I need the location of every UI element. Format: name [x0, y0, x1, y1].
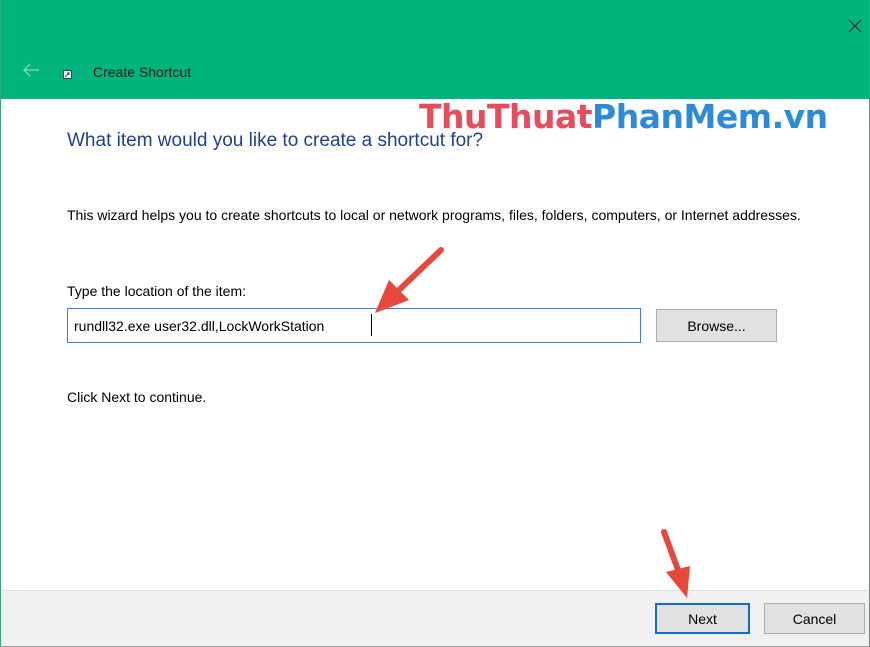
- back-button[interactable]: [21, 62, 41, 78]
- title-bar: Create Shortcut: [1, 0, 869, 99]
- text-caret: [371, 314, 372, 336]
- back-arrow-icon: [23, 63, 39, 77]
- location-input[interactable]: [67, 308, 641, 343]
- next-button[interactable]: Next: [655, 603, 750, 634]
- create-shortcut-dialog: Create Shortcut ThuThuatPhanMem.vn What …: [0, 0, 870, 647]
- close-button[interactable]: [841, 12, 869, 40]
- location-field-label: Type the location of the item:: [67, 283, 246, 299]
- pointer-arrow-icon: [661, 529, 690, 598]
- wizard-description: This wizard helps you to create shortcut…: [67, 207, 801, 223]
- window-title: Create Shortcut: [93, 64, 192, 80]
- continue-hint: Click Next to continue.: [67, 389, 207, 405]
- browse-button[interactable]: Browse...: [656, 309, 777, 342]
- close-icon: [848, 19, 862, 33]
- pointer-arrow-icon: [375, 247, 444, 313]
- shortcut-icon: [63, 70, 72, 79]
- watermark-part-2: PhanMem.vn: [592, 97, 828, 136]
- wizard-heading: What item would you like to create a sho…: [67, 130, 484, 151]
- cancel-button[interactable]: Cancel: [764, 603, 865, 634]
